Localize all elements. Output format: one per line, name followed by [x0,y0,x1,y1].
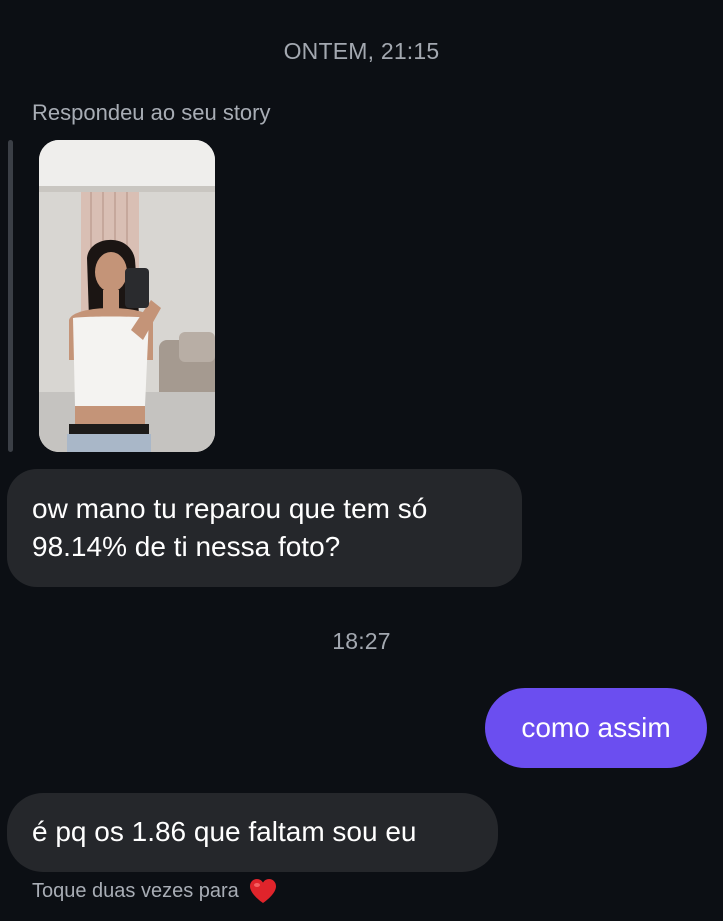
outgoing-message[interactable]: como assim [485,688,707,768]
double-tap-hint: Toque duas vezes para [32,878,277,904]
incoming-message[interactable]: é pq os 1.86 que faltam sou eu [7,793,498,872]
story-thumbnail[interactable] [39,140,215,452]
timestamp-divider: ONTEM, 21:15 [283,38,440,64]
story-reply-label: Respondeu ao seu story [32,100,271,125]
incoming-message[interactable]: ow mano tu reparou que tem só 98.14% de … [7,469,522,587]
double-tap-hint-text: Toque duas vezes para [32,879,239,902]
story-photo [39,140,215,452]
heart-icon [249,878,277,904]
reply-indicator-bar [8,140,13,452]
timestamp-divider: 18:27 [332,628,391,654]
